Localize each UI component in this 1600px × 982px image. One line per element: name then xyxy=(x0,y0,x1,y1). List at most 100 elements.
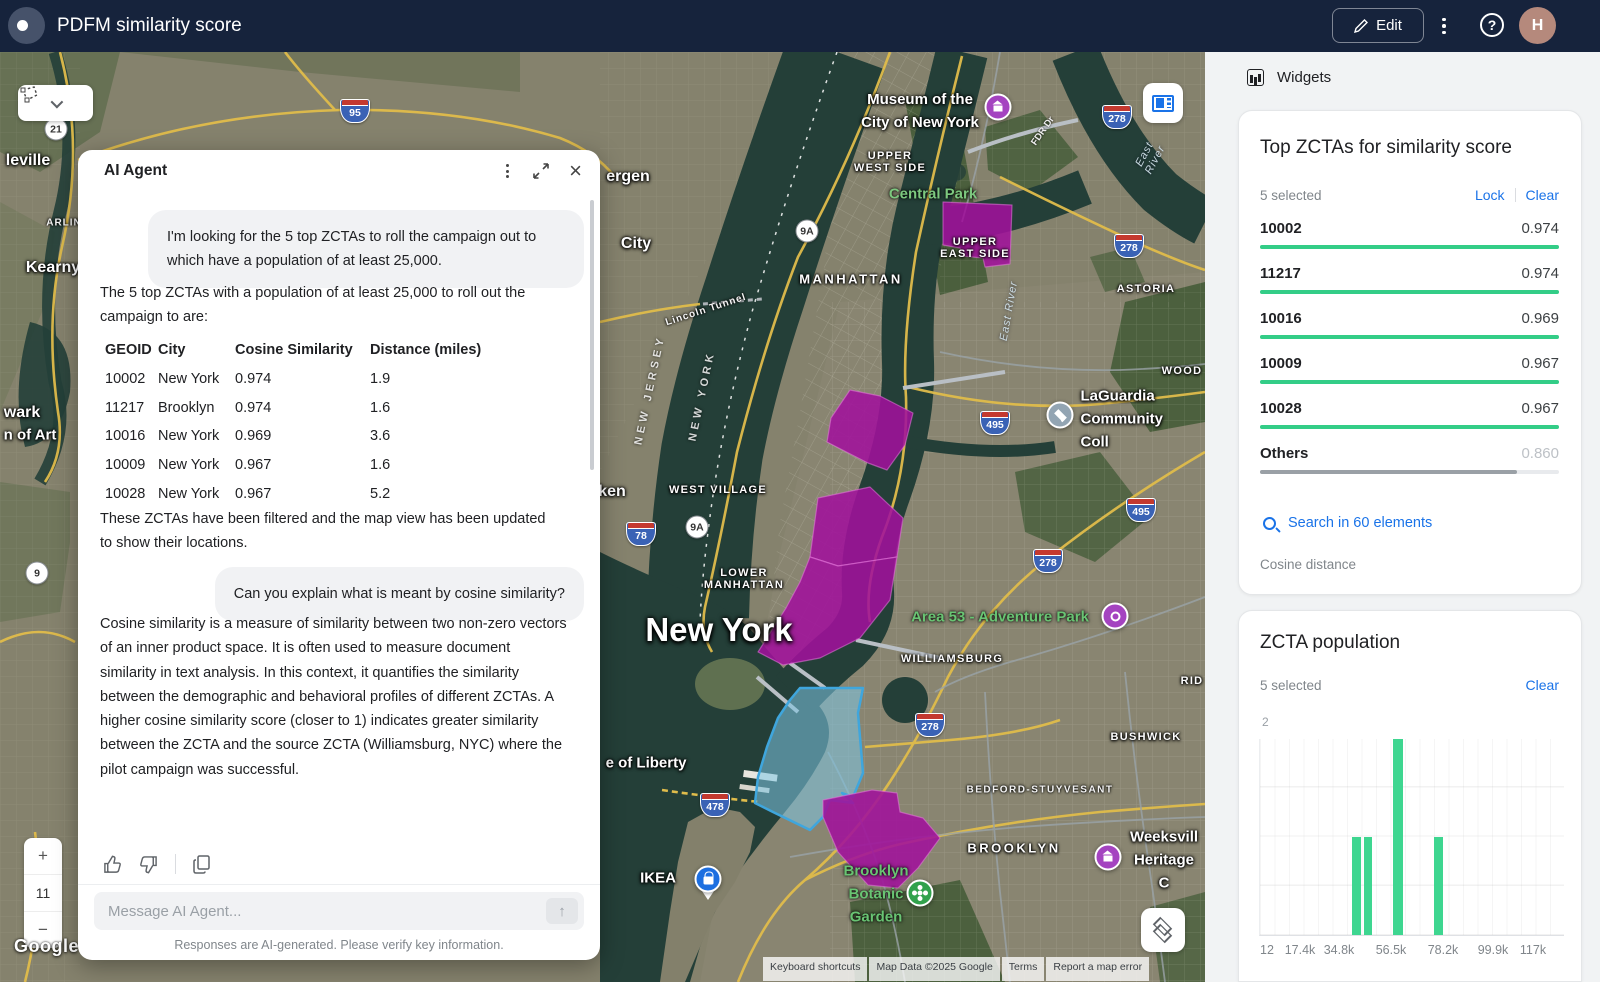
zcta-score: 0.967 xyxy=(1521,355,1559,372)
overflow-menu-icon[interactable] xyxy=(1438,12,1450,40)
zcta-row-11217[interactable]: 11217 0.974 xyxy=(1260,256,1559,301)
college-pin[interactable] xyxy=(1047,402,1074,429)
table-cell: 10002 xyxy=(105,365,158,394)
selection-tool-button[interactable] xyxy=(18,85,93,121)
ikea-store-pin[interactable] xyxy=(695,866,722,893)
route-shield-9a-a: 9A xyxy=(796,220,819,243)
table-cell: New York xyxy=(158,480,235,509)
top-zctas-title: Top ZCTAs for similarity score xyxy=(1260,137,1512,159)
zcta-score: 0.974 xyxy=(1521,265,1559,282)
map-attribution: Keyboard shortcuts Map Data ©2025 Google… xyxy=(763,957,1149,981)
message-input[interactable] xyxy=(94,892,584,930)
x-axis-tick-label: 56.5k xyxy=(1376,943,1407,957)
heritage-center-pin[interactable] xyxy=(1095,844,1122,871)
thumbs-up-icon[interactable] xyxy=(103,855,122,874)
map-layers-button[interactable] xyxy=(1141,908,1185,952)
clear-button[interactable]: Clear xyxy=(1526,187,1559,203)
user-message-1: I'm looking for the 5 top ZCTAs to roll … xyxy=(148,210,584,288)
table-cell: 1.6 xyxy=(370,394,520,423)
table-cell: New York xyxy=(158,451,235,480)
feedback-row xyxy=(103,854,211,874)
population-clear-button[interactable]: Clear xyxy=(1526,677,1559,693)
widgets-sidebar: Widgets Top ZCTAs for similarity score 5… xyxy=(1205,52,1600,982)
score-bar xyxy=(1260,380,1559,384)
score-bar xyxy=(1260,290,1559,294)
population-title: ZCTA population xyxy=(1260,632,1400,654)
x-axis-tick-label: 78.2k xyxy=(1428,943,1459,957)
top-navbar: PDFM similarity score Edit ? H xyxy=(0,0,1600,52)
score-bar-track xyxy=(1260,290,1559,294)
table-cell: 11217 xyxy=(105,394,158,423)
zcta-id: 10009 xyxy=(1260,355,1302,372)
table-cell: 10016 xyxy=(105,422,158,451)
route-shield-9: 9 xyxy=(26,562,49,585)
ai-agent-panel: AI Agent × I'm looking for the 5 top ZCT… xyxy=(78,150,600,960)
ai-panel-menu-icon[interactable] xyxy=(501,160,513,182)
x-axis-tick-label: 12 xyxy=(1260,943,1274,957)
table-cell: 5.2 xyxy=(370,480,520,509)
x-axis-tick-label: 34.8k xyxy=(1324,943,1355,957)
expand-icon[interactable] xyxy=(533,163,549,179)
widgets-icon xyxy=(1247,69,1264,86)
route-shield-95: 95 xyxy=(340,99,370,123)
page-title: PDFM similarity score xyxy=(57,15,242,37)
population-chart-xticks: 1217.4k34.8k56.5k78.2k99.9k117k xyxy=(1259,943,1564,959)
copy-icon[interactable] xyxy=(193,855,211,874)
zcta-row-10028[interactable]: 10028 0.967 xyxy=(1260,391,1559,436)
ai-answer-outro: These ZCTAs have been filtered and the m… xyxy=(100,507,558,556)
x-axis-tick-label: 17.4k xyxy=(1285,943,1316,957)
thumbs-down-icon[interactable] xyxy=(139,855,158,874)
route-shield-278-c: 278 xyxy=(1033,549,1063,573)
zoom-in-button[interactable]: + xyxy=(24,838,62,874)
score-bar-track xyxy=(1260,245,1559,249)
close-icon[interactable]: × xyxy=(569,161,582,181)
zcta-id: 11217 xyxy=(1260,265,1301,282)
zcta-row-others[interactable]: Others 0.860 xyxy=(1260,436,1559,481)
top-zctas-card: Top ZCTAs for similarity score 5 selecte… xyxy=(1238,110,1582,595)
top-zctas-selected-count: 5 selected xyxy=(1260,188,1322,203)
adventure-park-pin[interactable] xyxy=(1102,603,1129,630)
chevron-down-icon xyxy=(51,95,64,108)
table-cell: 0.967 xyxy=(235,451,370,480)
zcta-id: 10028 xyxy=(1260,400,1302,417)
terms-link[interactable]: Terms xyxy=(1002,957,1045,981)
score-bar xyxy=(1260,470,1517,474)
zcta-row-10002[interactable]: 10002 0.974 xyxy=(1260,211,1559,256)
panel-toggle-button[interactable] xyxy=(1143,83,1183,123)
museum-pin[interactable] xyxy=(985,94,1012,121)
ai-panel-scrollbar[interactable] xyxy=(590,200,594,470)
help-icon[interactable]: ? xyxy=(1480,13,1504,37)
score-bar-track xyxy=(1260,380,1559,384)
route-shield-495-a: 495 xyxy=(980,411,1010,435)
lock-button[interactable]: Lock xyxy=(1475,187,1505,203)
table-cell: New York xyxy=(158,365,235,394)
zoom-level-value: 11 xyxy=(24,874,62,911)
score-bar-track xyxy=(1260,470,1559,474)
zcta-row-10016[interactable]: 10016 0.969 xyxy=(1260,301,1559,346)
zcta-score-list: 10002 0.974 11217 0.974 10016 0.969 1000… xyxy=(1260,211,1559,481)
route-shield-478: 478 xyxy=(700,793,730,817)
send-button[interactable]: ↑ xyxy=(546,898,578,924)
avatar[interactable]: H xyxy=(1519,7,1556,44)
zcta-score: 0.967 xyxy=(1521,400,1559,417)
botanic-garden-pin[interactable] xyxy=(907,880,934,907)
population-bar xyxy=(1434,837,1443,935)
population-chart-plot[interactable] xyxy=(1259,739,1564,936)
table-cell: 1.6 xyxy=(370,451,520,480)
score-bar-track xyxy=(1260,425,1559,429)
y-axis-tick-label: 2 xyxy=(1262,715,1269,729)
route-shield-495-b: 495 xyxy=(1126,498,1156,522)
ai-answer-table: GEOID City Cosine Similarity Distance (m… xyxy=(105,336,520,509)
divider xyxy=(1515,188,1516,202)
population-bar xyxy=(1352,837,1361,935)
x-axis-tick-label: 117k xyxy=(1520,943,1546,957)
keyboard-shortcuts-link[interactable]: Keyboard shortcuts xyxy=(763,957,867,981)
report-error-link[interactable]: Report a map error xyxy=(1046,957,1149,981)
route-shield-278-b: 278 xyxy=(1114,234,1144,258)
polygon-select-icon xyxy=(18,85,42,105)
zcta-row-10009[interactable]: 10009 0.967 xyxy=(1260,346,1559,391)
search-elements-button[interactable]: Search in 60 elements xyxy=(1263,515,1432,531)
edit-button[interactable]: Edit xyxy=(1332,8,1424,43)
table-cell: 0.967 xyxy=(235,480,370,509)
search-icon xyxy=(1263,517,1276,530)
